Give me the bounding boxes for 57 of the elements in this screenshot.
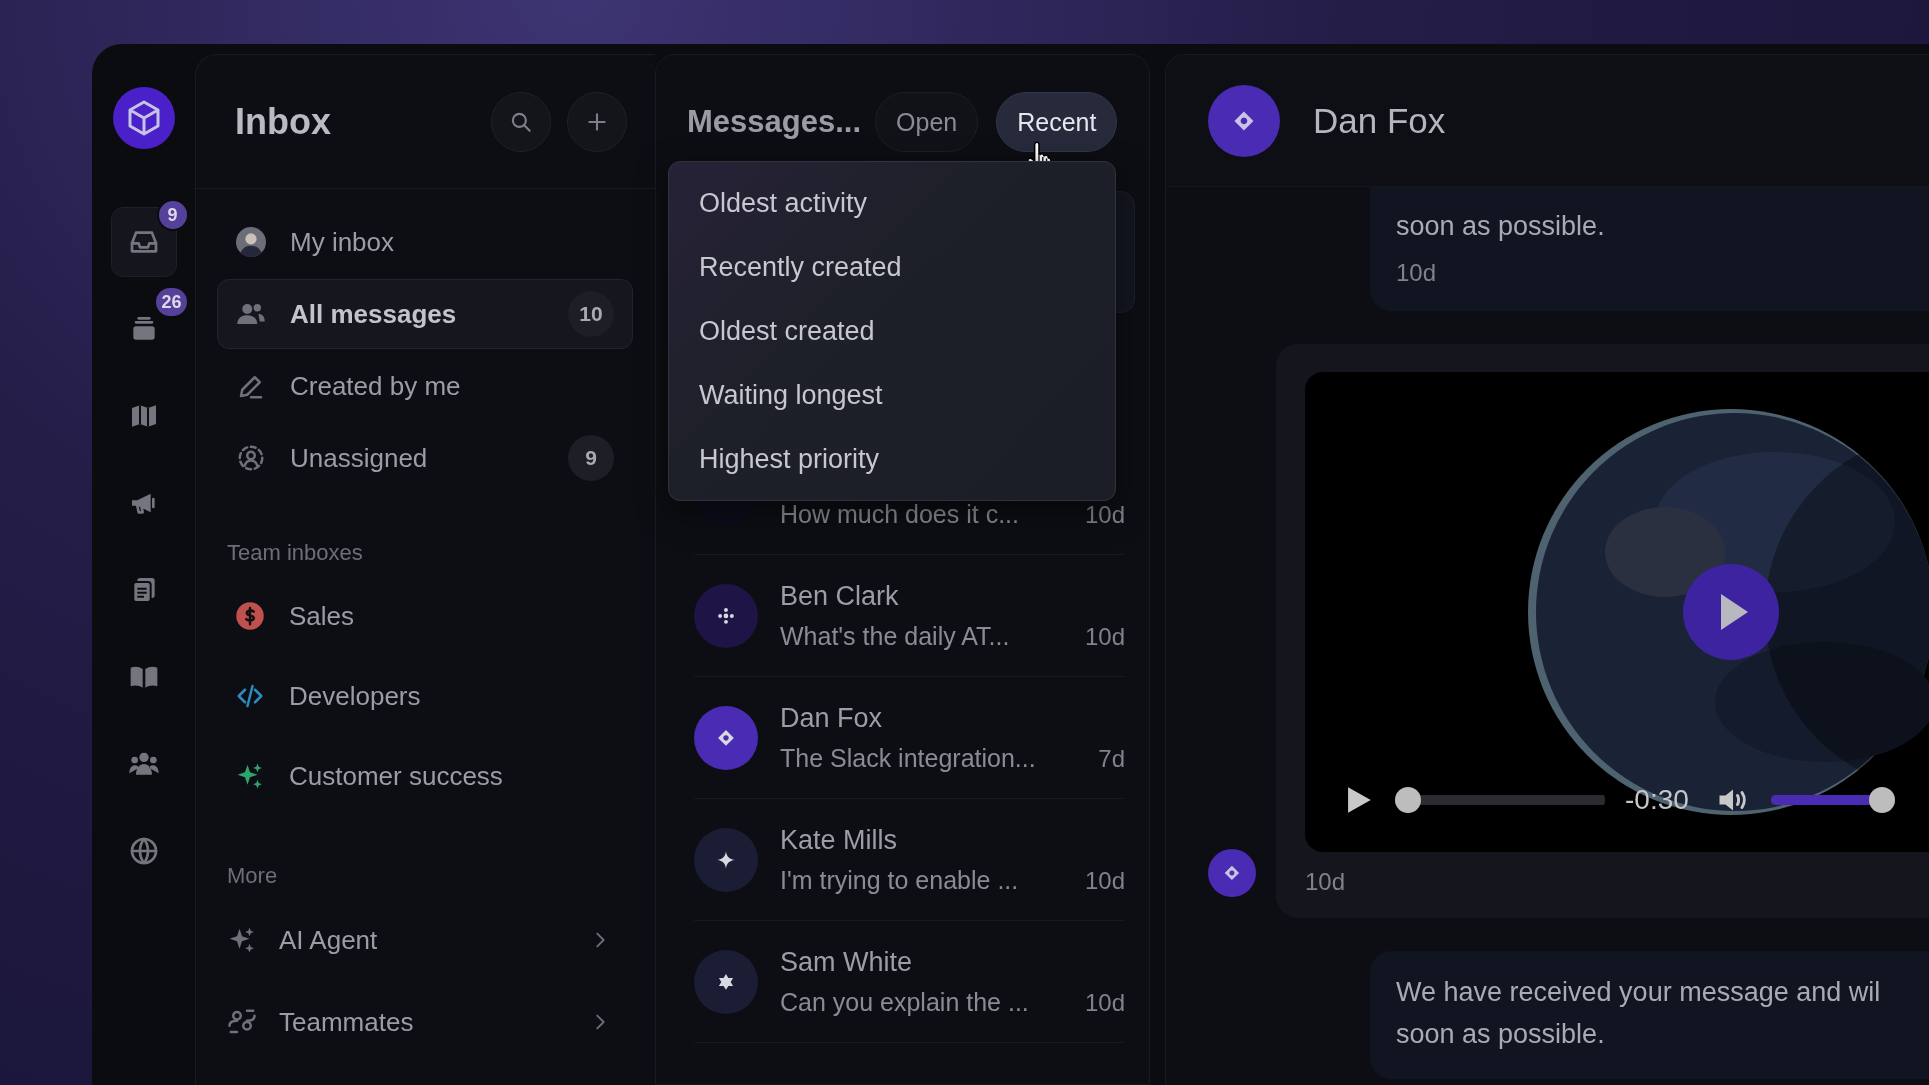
time-label: 10d xyxy=(1084,866,1125,895)
sidebar-item[interactable]: AI Agent xyxy=(217,899,633,981)
time-label: 10d xyxy=(1084,988,1125,1017)
time-label: 10d xyxy=(1396,259,1438,287)
sidebar-item[interactable]: My inbox xyxy=(217,207,633,277)
slider-thumb[interactable] xyxy=(1395,787,1421,813)
count-badge: 26 xyxy=(154,286,189,318)
menu-item[interactable]: Waiting longest xyxy=(669,363,1115,427)
message-text: We have received your message and wil soon as possible. xyxy=(1396,976,1882,1051)
conversation-item[interactable]: Kate Mills I'm trying to enable ... 10d xyxy=(694,799,1125,921)
rail-item[interactable]: 26 xyxy=(110,284,189,364)
sidebar-item[interactable]: Customer success xyxy=(217,736,633,816)
message-preview: How much does it c... xyxy=(780,499,1019,529)
message-preview: I'm trying to enable ... xyxy=(780,865,1019,895)
sidebar-item[interactable]: Sales xyxy=(217,576,633,656)
menu-item[interactable]: Recently created xyxy=(669,235,1115,299)
conversation-item[interactable]: Sam White Can you explain the ... 10d xyxy=(694,921,1125,1043)
sidebar-item[interactable]: Teammates xyxy=(217,981,633,1063)
remaining-time: -0:30 xyxy=(1625,784,1689,816)
message-preview: What's the daily AT... xyxy=(780,621,1010,651)
avatar-icon xyxy=(236,227,266,257)
filter-button[interactable]: Recent xyxy=(996,92,1118,152)
message-preview: The Slack integration... xyxy=(780,743,1036,773)
menu-item[interactable]: Oldest activity xyxy=(669,171,1115,235)
section-title: Team inboxes xyxy=(226,539,364,567)
inbox-title: Inbox xyxy=(235,100,331,143)
time-label: 7d xyxy=(1098,744,1125,773)
message-preview: Can you explain the ... xyxy=(780,987,1029,1017)
time-label: 10d xyxy=(1305,868,1347,896)
diamond-avatar-icon xyxy=(1208,849,1256,897)
count-badge: 10 xyxy=(568,291,614,337)
contact-name: Dan Fox xyxy=(780,702,884,734)
filter-button[interactable]: Open xyxy=(875,92,979,152)
contact-name: Ben Clark xyxy=(780,580,900,612)
unassigned-icon xyxy=(236,443,266,473)
diamond-avatar-icon xyxy=(1208,84,1280,157)
slider-thumb[interactable] xyxy=(1868,787,1895,813)
play-icon xyxy=(1720,594,1748,630)
conversation-item[interactable]: Dan Fox The Slack integration... 7d xyxy=(694,677,1125,799)
time-label: 10d xyxy=(1084,622,1125,651)
cube-logo-icon[interactable] xyxy=(112,87,175,149)
message-text: soon as possible. xyxy=(1396,210,1606,243)
time-label: 10d xyxy=(1084,500,1125,529)
messages-title: Messages... xyxy=(687,104,862,140)
count-badge: 9 xyxy=(568,435,614,481)
sidebar-item[interactable]: Created by me xyxy=(217,351,633,421)
section-title: More xyxy=(226,862,279,890)
contact-name: Kate Mills xyxy=(780,824,899,856)
contact-name: Sam White xyxy=(780,946,914,978)
sidebar-item[interactable]: Unassigned 9 xyxy=(217,423,633,493)
contact-name: Dan Fox xyxy=(1313,100,1446,141)
sidebar-item[interactable]: Developers xyxy=(217,656,633,736)
sidebar-item[interactable]: All messages 10 xyxy=(217,279,633,349)
menu-item[interactable]: Oldest created xyxy=(669,299,1115,363)
menu-item[interactable]: Highest priority xyxy=(669,427,1115,491)
count-badge: 9 xyxy=(156,199,189,231)
conversation-item[interactable]: Ben Clark What's the daily AT... 10d xyxy=(694,555,1125,677)
